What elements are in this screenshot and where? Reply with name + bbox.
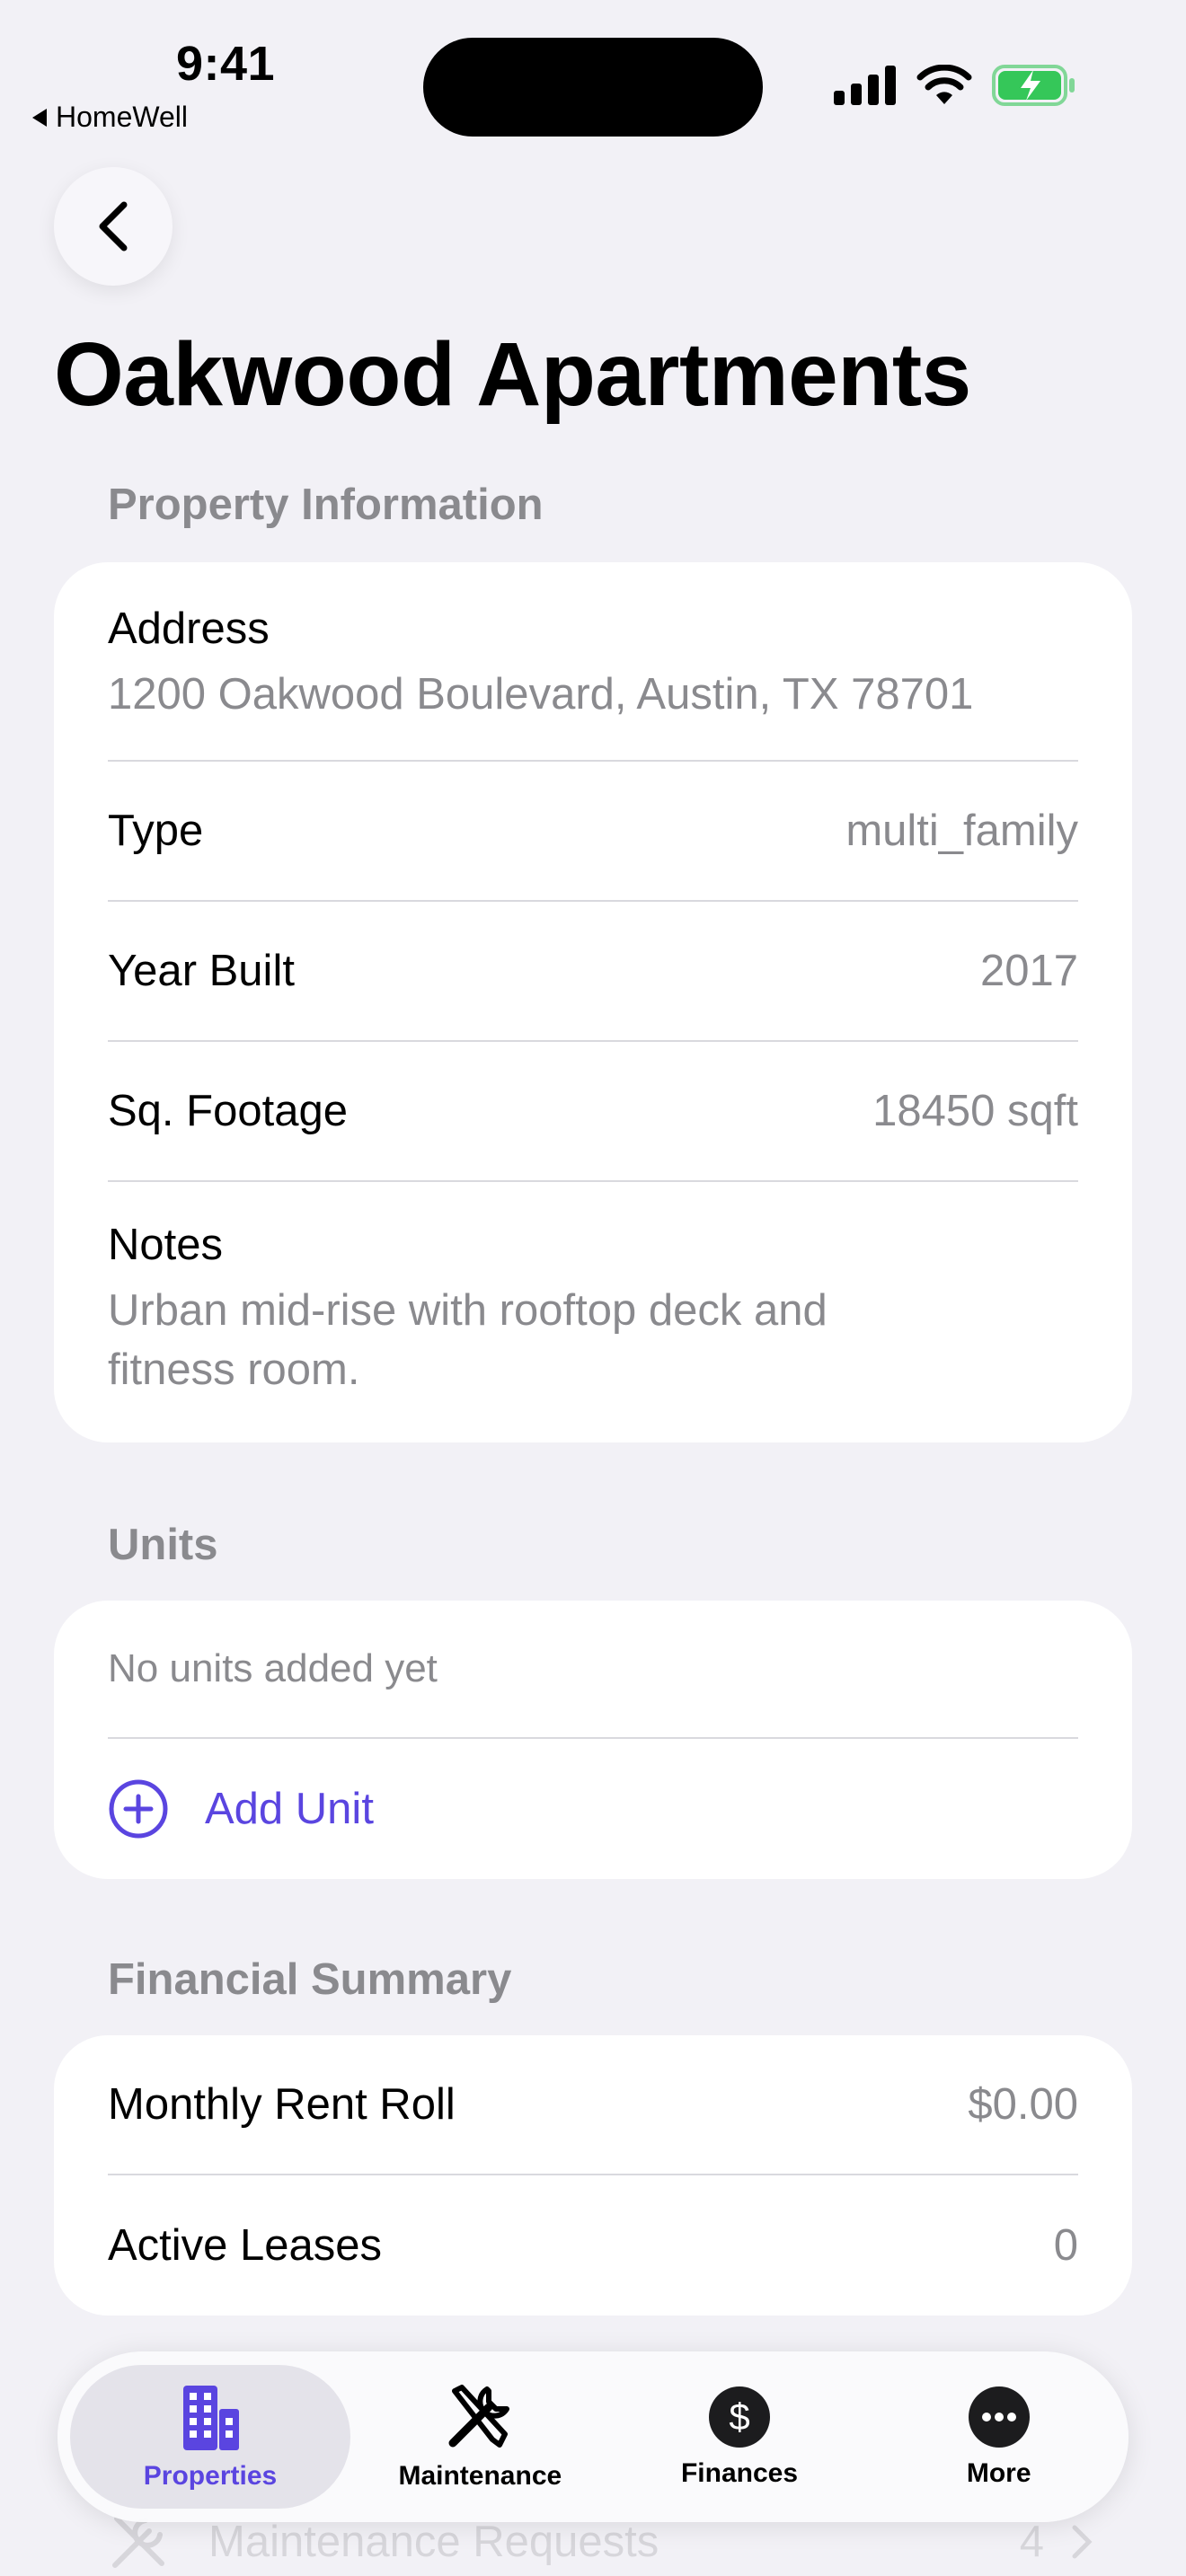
wifi-icon — [916, 65, 972, 104]
add-unit-label: Add Unit — [205, 1785, 374, 1833]
building-icon — [183, 2386, 239, 2450]
type-row: Type multi_family — [108, 762, 1078, 902]
year-built-value: 2017 — [979, 947, 1078, 995]
square-footage-value: 18450 sqft — [872, 1087, 1078, 1135]
screen: 9:41 HomeWell Oakwood Apartments Propert… — [0, 0, 1186, 2576]
square-footage-row: Sq. Footage 18450 sqft — [108, 1042, 1078, 1182]
tab-maintenance-label: Maintenance — [398, 2461, 562, 2491]
svg-text:$: $ — [729, 2395, 749, 2438]
year-built-row: Year Built 2017 — [108, 902, 1078, 1042]
tab-maintenance[interactable]: Maintenance — [350, 2365, 610, 2509]
tools-icon — [448, 2385, 510, 2448]
maintenance-requests-label: Maintenance Requests — [208, 2518, 659, 2566]
financial-summary-card: Monthly Rent Roll $0.00 Active Leases 0 — [54, 2035, 1132, 2316]
dollar-circle-icon: $ — [709, 2386, 770, 2448]
notes-label: Notes — [108, 1221, 224, 1269]
tab-properties-label: Properties — [143, 2461, 278, 2491]
active-leases-value: 0 — [1053, 2221, 1078, 2270]
units-empty-text: No units added yet — [108, 1646, 438, 1690]
battery-charging-icon — [992, 65, 1075, 106]
maintenance-requests-count: 4 — [1019, 2518, 1044, 2566]
units-card: No units added yet Add Unit — [54, 1601, 1132, 1879]
address-label: Address — [108, 604, 270, 653]
tab-finances[interactable]: $ Finances — [610, 2365, 870, 2509]
financial-summary-header: Financial Summary — [108, 1955, 512, 2004]
plus-circle-icon — [109, 1779, 168, 1839]
square-footage-label: Sq. Footage — [108, 1087, 348, 1135]
address-row: Address 1200 Oakwood Boulevard, Austin, … — [108, 562, 1078, 762]
type-label: Type — [108, 807, 204, 855]
tab-properties[interactable]: Properties — [70, 2365, 350, 2509]
back-button[interactable] — [54, 167, 173, 286]
back-to-app-link[interactable]: HomeWell — [32, 101, 188, 134]
active-leases-row: Active Leases 0 — [108, 2175, 1078, 2316]
back-app-label: HomeWell — [56, 101, 188, 133]
tab-bar: Properties Maintenance $ Finances More — [58, 2351, 1128, 2522]
tab-finances-label: Finances — [680, 2458, 799, 2488]
status-time: 9:41 — [176, 37, 276, 91]
active-leases-label: Active Leases — [108, 2221, 383, 2270]
address-value: 1200 Oakwood Boulevard, Austin, TX 78701 — [108, 670, 974, 719]
notes-value: Urban mid-rise with rooftop deck and fit… — [108, 1286, 828, 1394]
ellipsis-circle-icon — [968, 2386, 1030, 2448]
page-title: Oakwood Apartments — [54, 324, 971, 425]
add-unit-button[interactable]: Add Unit — [108, 1739, 1078, 1879]
chevron-right-icon — [1072, 2525, 1093, 2559]
property-info-card: Address 1200 Oakwood Boulevard, Austin, … — [54, 562, 1132, 1442]
notes-row: Notes Urban mid-rise with rooftop deck a… — [108, 1182, 1078, 1442]
dynamic-island — [423, 38, 763, 137]
status-icons — [834, 65, 1076, 106]
rent-roll-label: Monthly Rent Roll — [108, 2080, 456, 2129]
units-empty-row: No units added yet — [108, 1601, 1078, 1739]
back-triangle-icon — [32, 108, 47, 127]
rent-roll-row: Monthly Rent Roll $0.00 — [108, 2035, 1078, 2175]
units-header: Units — [108, 1521, 218, 1569]
tab-more-label: More — [966, 2458, 1031, 2488]
type-value: multi_family — [845, 807, 1078, 855]
chevron-left-icon — [99, 201, 128, 251]
rent-roll-value: $0.00 — [968, 2080, 1078, 2129]
cellular-signal-icon — [834, 66, 896, 105]
year-built-label: Year Built — [108, 947, 295, 995]
tab-more[interactable]: More — [869, 2365, 1128, 2509]
property-info-header: Property Information — [108, 481, 544, 529]
